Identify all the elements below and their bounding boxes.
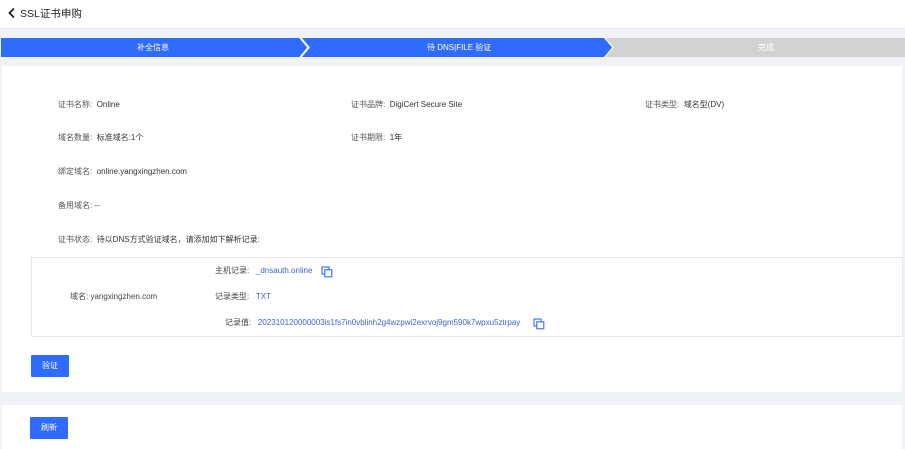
page-header: SSL证书申购 bbox=[0, 0, 905, 29]
backup-domain-label: 备用域名: bbox=[58, 201, 93, 210]
domain-count-value: 标准域名:1个 bbox=[96, 133, 144, 142]
cert-type-value: 域名型(DV) bbox=[683, 100, 725, 109]
record-domain-label: 域名: bbox=[70, 292, 89, 301]
cert-period-row: 证书期限: 1年 bbox=[351, 133, 402, 143]
host-record-label: 主机记录: bbox=[215, 266, 250, 275]
cert-status-label: 证书状态: bbox=[58, 235, 93, 244]
copy-icon[interactable] bbox=[321, 266, 333, 278]
record-type-value: TXT bbox=[255, 292, 272, 301]
domain-count-label: 域名数量: bbox=[58, 133, 93, 142]
cert-name-row: 证书名称: Online bbox=[58, 100, 120, 110]
step-1-label: 补全信息 bbox=[137, 43, 169, 52]
bound-domain-value: online.yangxingzhen.com bbox=[96, 167, 187, 176]
backup-domain-row: 备用域名: -- bbox=[58, 201, 100, 211]
record-value-label: 记录值: bbox=[225, 318, 252, 327]
chevron-left-icon[interactable] bbox=[6, 7, 18, 19]
cert-period-value: 1年 bbox=[389, 133, 403, 142]
certificate-info-card bbox=[2, 66, 902, 392]
host-record-row: 主机记录: _dnsauth.online bbox=[215, 266, 312, 276]
cert-status-row: 证书状态: 待以DNS方式验证域名，请添加如下解析记录: bbox=[58, 235, 260, 245]
cert-name-value: Online bbox=[96, 100, 120, 109]
record-domain-row: 域名: yangxingzhen.com bbox=[70, 292, 157, 302]
bound-domain-row: 绑定域名: online.yangxingzhen.com bbox=[58, 167, 187, 177]
domain-count-row: 域名数量: 标准域名:1个 bbox=[58, 133, 143, 143]
cert-brand-value: DigiCert Secure Site bbox=[389, 100, 463, 109]
record-type-row: 记录类型: TXT bbox=[215, 292, 271, 302]
bound-domain-label: 绑定域名: bbox=[58, 167, 93, 176]
cert-brand-row: 证书品牌: DigiCert Secure Site bbox=[351, 100, 462, 110]
host-record-value[interactable]: _dnsauth.online bbox=[256, 266, 313, 275]
backup-domain-value: -- bbox=[94, 201, 100, 210]
cert-type-row: 证书类型: 域名型(DV) bbox=[645, 100, 724, 110]
cert-type-label: 证书类型: bbox=[645, 100, 680, 109]
record-domain-value: yangxingzhen.com bbox=[90, 292, 158, 301]
cert-name-label: 证书名称: bbox=[58, 100, 93, 109]
verify-button[interactable]: 验证 bbox=[31, 355, 69, 377]
cert-brand-label: 证书品牌: bbox=[351, 100, 386, 109]
actions-card bbox=[2, 405, 902, 449]
step-2-label: 待 DNS|FILE 验证 bbox=[427, 43, 492, 52]
record-value-value[interactable]: 202310120000003is1fs7in0vblinh2g4wzpwi2e… bbox=[258, 318, 520, 327]
cert-period-label: 证书期限: bbox=[351, 133, 386, 142]
refresh-button[interactable]: 刷新 bbox=[30, 417, 68, 439]
cert-status-value: 待以DNS方式验证域名，请添加如下解析记录: bbox=[96, 235, 260, 244]
record-value-row: 记录值: 202310120000003is1fs7in0vblinh2g4wz… bbox=[225, 318, 520, 328]
page-title: SSL证书申购 bbox=[20, 8, 82, 20]
step-progress: 补全信息 待 DNS|FILE 验证 完成 bbox=[1, 38, 905, 57]
copy-icon[interactable] bbox=[533, 318, 545, 330]
record-type-label: 记录类型: bbox=[215, 292, 250, 301]
step-3-label: 完成 bbox=[758, 43, 774, 52]
step-pending-segment bbox=[606, 38, 905, 57]
